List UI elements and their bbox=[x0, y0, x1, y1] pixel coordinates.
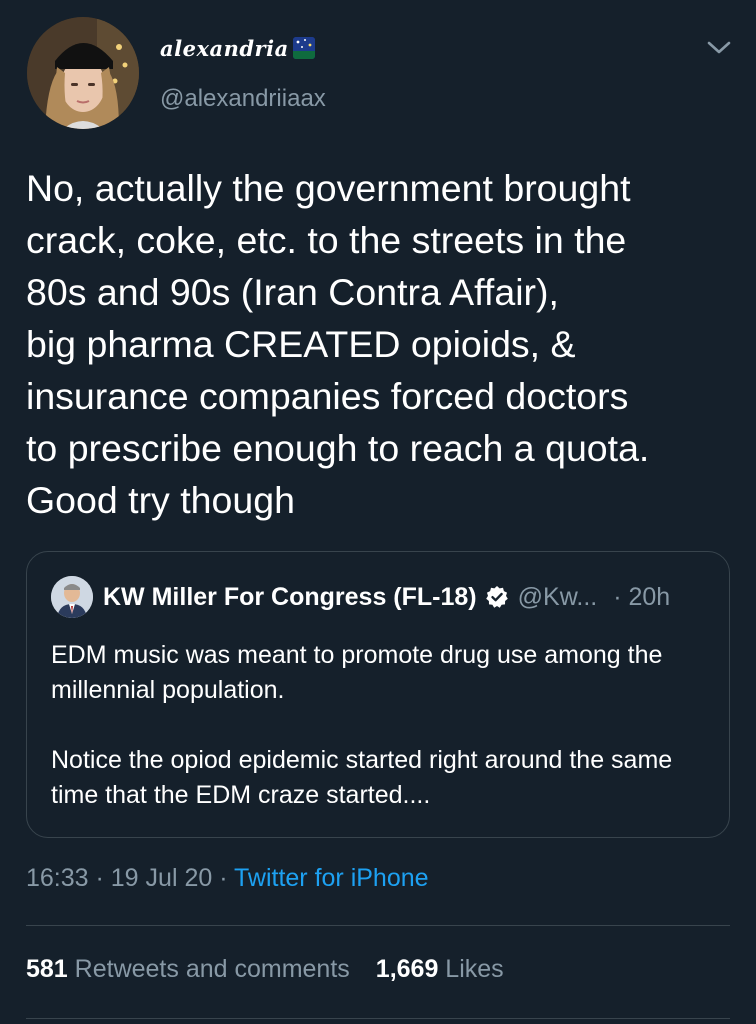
likes-label: Likes bbox=[438, 955, 504, 983]
divider bbox=[26, 1018, 730, 1019]
author-name-text: alexandria bbox=[160, 36, 289, 61]
author-avatar[interactable] bbox=[27, 17, 139, 129]
tweet-date: 19 Jul 20 bbox=[110, 864, 213, 892]
likes-count: 1,669 bbox=[375, 955, 439, 983]
quoted-tweet-paragraph: EDM music was meant to promote drug use … bbox=[51, 641, 663, 704]
tweet-text: No, actually the government brought crac… bbox=[26, 167, 650, 521]
quoted-tweet-text: EDM music was meant to promote drug use … bbox=[51, 638, 711, 848]
meta-separator: · bbox=[212, 864, 235, 892]
retweets-label: Retweets and comments bbox=[67, 955, 350, 983]
quoted-tweet-card[interactable]: KW Miller For Congress (FL-18) @Kw... · … bbox=[26, 551, 730, 838]
night-sky-emoji-icon bbox=[292, 37, 315, 59]
tweet-metadata: 16:33 · 19 Jul 20 · Twitter for iPhone bbox=[26, 864, 429, 893]
retweets-count: 581 bbox=[26, 955, 68, 983]
divider bbox=[26, 925, 730, 926]
quoted-author-name: KW Miller For Congress (FL-18) bbox=[103, 582, 477, 611]
quoted-author-handle: @Kw... bbox=[517, 582, 598, 611]
tweet-detail: alexandria @alexandriiaax No, actually t… bbox=[0, 0, 756, 1024]
quoted-tweet-header: KW Miller For Congress (FL-18) @Kw... · … bbox=[51, 576, 670, 618]
author-display-name[interactable]: alexandria bbox=[160, 36, 315, 61]
verified-badge-icon bbox=[485, 585, 509, 609]
quoted-tweet-paragraph: Notice the opiod epidemic started right … bbox=[51, 746, 673, 809]
tweet-time: 16:33 bbox=[26, 864, 89, 892]
likes-stat[interactable]: 1,669 Likes bbox=[376, 955, 504, 983]
meta-separator: · bbox=[88, 864, 111, 892]
quoted-tweet-time: · 20h bbox=[613, 582, 671, 611]
author-handle[interactable]: @alexandriiaax bbox=[160, 85, 326, 113]
tweet-source-link[interactable]: Twitter for iPhone bbox=[234, 864, 429, 892]
quoted-author-avatar bbox=[51, 576, 93, 618]
retweets-stat[interactable]: 581 Retweets and comments bbox=[26, 955, 350, 983]
tweet-stats: 581 Retweets and comments 1,669 Likes bbox=[26, 955, 504, 984]
chevron-down-icon[interactable] bbox=[704, 38, 734, 58]
